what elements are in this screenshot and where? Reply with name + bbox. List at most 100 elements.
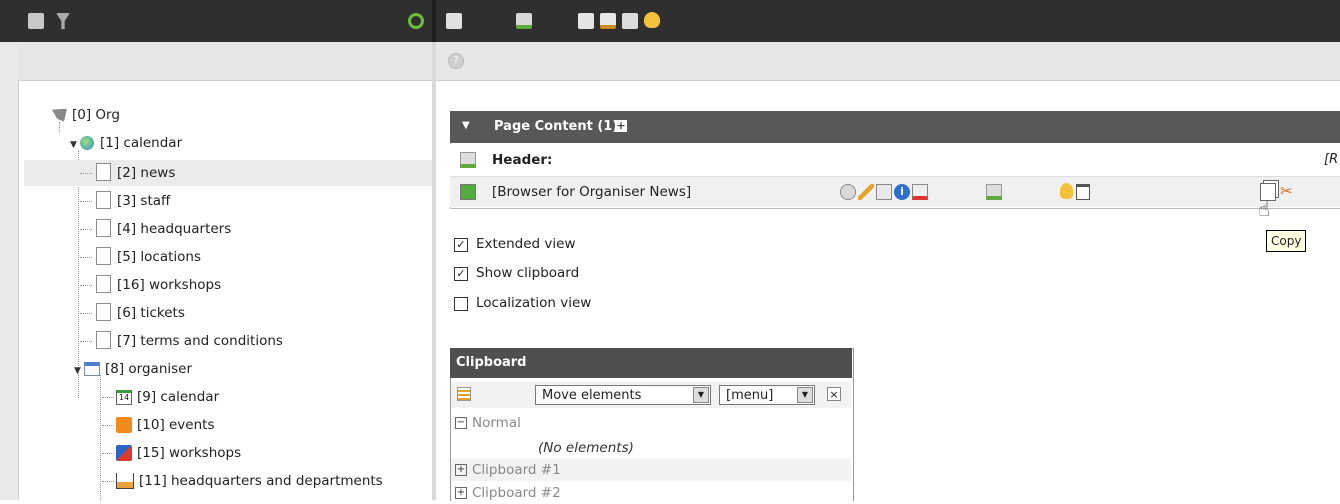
up-level-icon[interactable] (446, 13, 462, 29)
refresh-icon[interactable] (408, 13, 424, 29)
tree-item-label: [16] workshops (117, 277, 222, 293)
page-icon (96, 191, 111, 209)
collapse-icon[interactable]: ▼ (462, 120, 470, 131)
new-page-icon[interactable] (28, 13, 44, 29)
move-page-icon[interactable] (622, 13, 638, 29)
collapse-icon[interactable]: ▼ (74, 358, 84, 384)
page-content-header[interactable]: ▼ Page Content (1) + (450, 111, 1340, 143)
tree-connector (102, 481, 114, 482)
clipboard-menu-select[interactable]: [menu] ▼ (719, 385, 815, 405)
tree-connector (80, 341, 92, 342)
localization-view-checkbox[interactable] (454, 297, 468, 311)
header-label: Header: (492, 152, 553, 168)
close-icon[interactable]: × (827, 387, 841, 401)
tree-item-calendar-sub[interactable]: 14 [9] calendar (102, 384, 219, 410)
content-element-title: [Browser for Organiser News] (492, 184, 692, 200)
delete-icon[interactable] (1076, 184, 1090, 200)
tree-connector (80, 313, 92, 314)
tree-guide (100, 375, 101, 500)
tree-item-terms[interactable]: [7] terms and conditions (80, 328, 283, 354)
localization-view-label: Localization view (476, 295, 592, 311)
edit-pencil-icon[interactable] (858, 184, 874, 200)
tree-item-workshops[interactable]: [16] workshops (80, 272, 221, 298)
tree-item-events[interactable]: [10] events (102, 412, 215, 438)
new-record-icon[interactable] (876, 184, 892, 200)
filter-icon[interactable] (56, 13, 70, 29)
tree-item-label: [4] headquarters (117, 221, 232, 237)
clipboard-toolbar: Move elements ▼ [menu] ▼ × (451, 382, 851, 408)
expand-box-icon[interactable]: + (455, 487, 467, 499)
tree-connector (80, 173, 92, 174)
clipboard-normal-row[interactable]: − Normal (451, 412, 851, 434)
view-page-icon[interactable] (578, 13, 594, 29)
show-clipboard-label: Show clipboard (476, 265, 580, 281)
globe-icon (80, 136, 94, 150)
preview-icon[interactable] (840, 184, 856, 200)
clipboard-pad-1[interactable]: + Clipboard #1 (451, 459, 851, 481)
show-clipboard-checkbox[interactable]: ✓ (454, 267, 468, 281)
clipboard-title: Clipboard (456, 355, 527, 370)
tree-item-staff[interactable]: [3] staff (80, 188, 170, 214)
tree-item-organiser[interactable]: ▼ [8] organiser (74, 356, 192, 382)
edit-page-icon[interactable] (600, 13, 616, 29)
tree-item-label: [6] tickets (117, 305, 185, 321)
page-icon (96, 219, 111, 237)
copy-tooltip: Copy (1266, 230, 1307, 252)
collapse-box-icon[interactable]: − (455, 417, 467, 429)
cut-icon[interactable]: ✂ (1280, 182, 1293, 200)
new-content-icon[interactable] (516, 13, 532, 29)
new-content-icon[interactable] (460, 152, 476, 168)
extended-view-label: Extended view (476, 236, 576, 252)
toolbar-divider (432, 0, 436, 42)
tree-item-root[interactable]: [0] Org (52, 102, 120, 128)
lightbulb-icon[interactable] (644, 12, 660, 28)
plugin-icon (460, 184, 476, 200)
tree-item-label: [10] events (137, 417, 215, 433)
tree-connector (102, 425, 114, 426)
chevron-down-icon[interactable]: ▼ (797, 387, 813, 403)
clipboard-pad-2[interactable]: + Clipboard #2 (451, 482, 851, 504)
tree-item-label: [0] Org (72, 107, 120, 123)
typo3-root-icon (52, 108, 67, 122)
list-icon[interactable] (457, 387, 471, 401)
header-row: Header: [R (450, 144, 1340, 177)
tree-item-workshops-sub[interactable]: [15] workshops (102, 440, 241, 466)
calendar-14-icon: 14 (116, 389, 132, 405)
page-tree: [0] Org ▼ [1] calendar [2] news [3] staff… (18, 100, 432, 500)
extended-view-checkbox[interactable]: ✓ (454, 238, 468, 252)
collapse-icon[interactable]: ▼ (70, 132, 80, 158)
tree-item-locations[interactable]: [5] locations (80, 244, 201, 270)
content-element-row[interactable]: [Browser for Organiser News] i ✂ ☝ (450, 177, 1340, 219)
tree-item-headquarters[interactable]: [4] headquarters (80, 216, 231, 242)
history-icon[interactable] (912, 184, 928, 200)
help-icon[interactable]: ? (448, 53, 464, 69)
info-icon[interactable]: i (894, 184, 910, 200)
tree-connector (80, 201, 92, 202)
tree-connector (102, 397, 114, 398)
docheader-bar: ? (436, 42, 1340, 81)
tree-item-calendar[interactable]: ▼ [1] calendar (70, 130, 182, 156)
panel-divider[interactable] (432, 42, 436, 500)
clipboard-mode-value: Move elements (542, 388, 642, 403)
tree-item-tickets[interactable]: [6] tickets (80, 300, 185, 326)
left-module-strip (0, 42, 19, 500)
tree-item-label: [15] workshops (137, 445, 242, 461)
tree-toolbar (18, 42, 432, 81)
add-content-icon[interactable]: + (615, 120, 627, 132)
clipboard-mode-select[interactable]: Move elements ▼ (535, 385, 711, 405)
clipboard-pad-label: Clipboard #2 (472, 485, 561, 501)
new-content-after-icon[interactable] (986, 184, 1002, 200)
tree-item-headquarters-departments[interactable]: [11] headquarters and departments (102, 468, 383, 494)
lightbulb-icon[interactable] (1060, 183, 1073, 199)
top-toolbar (0, 0, 1340, 42)
expand-box-icon[interactable]: + (455, 464, 467, 476)
chevron-down-icon[interactable]: ▼ (693, 387, 709, 403)
tree-item-label: [7] terms and conditions (117, 333, 283, 349)
page-icon (96, 247, 111, 265)
tree-connector (80, 257, 92, 258)
page-icon (96, 275, 111, 293)
page-icon (96, 163, 111, 181)
tree-item-news[interactable]: [2] news (80, 160, 175, 186)
clipboard-header: Clipboard (450, 348, 852, 378)
hand-cursor-icon: ☝ (1258, 197, 1271, 221)
